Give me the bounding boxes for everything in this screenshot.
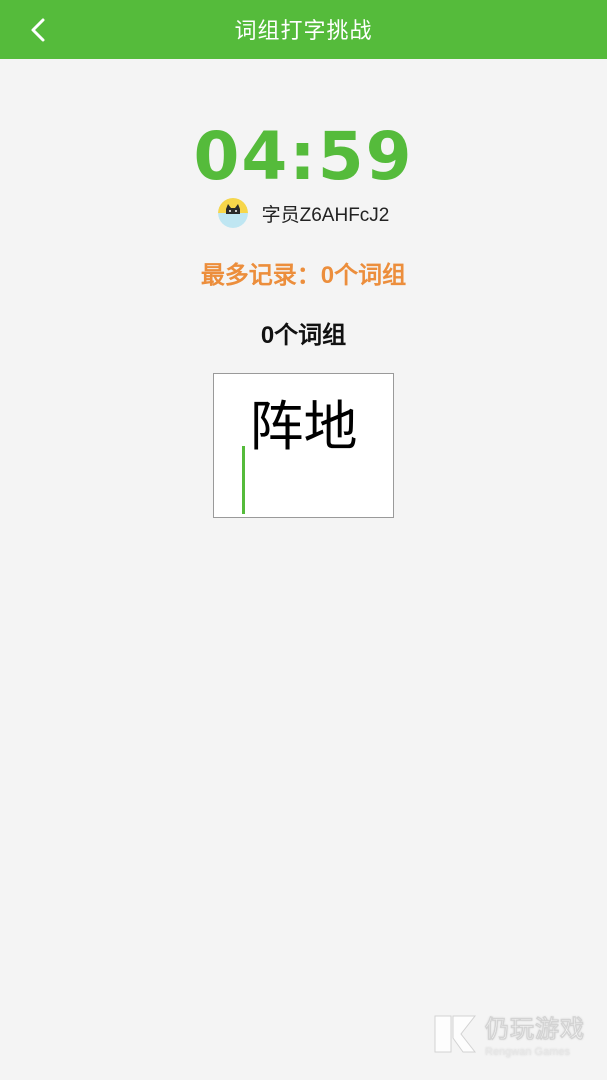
countdown-timer: 04:59 (193, 118, 414, 195)
watermark-subtitle: Rengwan Games (485, 1046, 570, 1058)
username: 字员Z6AHFcJ2 (261, 204, 390, 226)
app-header: 词组打字挑战 (0, 0, 607, 59)
challenge-word: 阵地 (249, 395, 358, 458)
typing-box[interactable]: 阵地 (213, 373, 394, 518)
rengwan-logo-icon (434, 1015, 477, 1052)
text-cursor (242, 446, 245, 514)
cat-avatar-icon (217, 198, 248, 228)
page-title: 词组打字挑战 (234, 18, 373, 43)
user-info: 字员Z6AHFcJ2 (0, 198, 607, 228)
current-count: 0个词组 (260, 322, 347, 349)
best-record: 最多记录：0个词组 (200, 262, 407, 289)
watermark-title: 仍玩游戏 (485, 1016, 585, 1044)
watermark: 仍玩游戏 Rengwan Games (431, 1009, 585, 1058)
